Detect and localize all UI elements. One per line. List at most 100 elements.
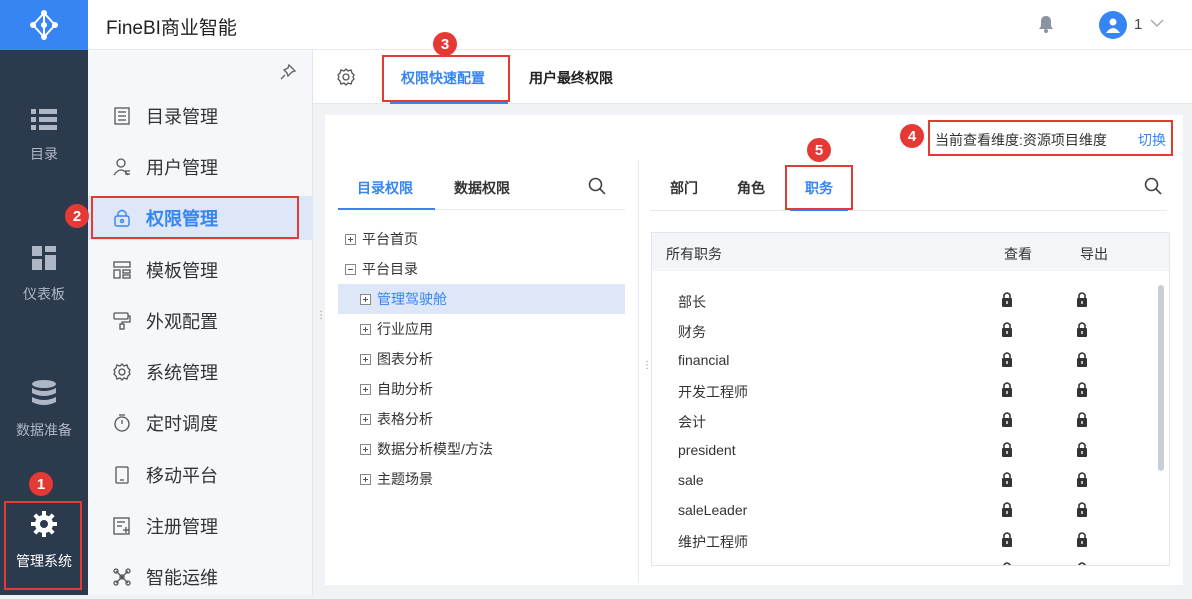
view-lock-icon[interactable] (1001, 441, 1013, 460)
expand-icon[interactable] (360, 473, 371, 485)
menu-item-register[interactable]: 注册管理 (88, 504, 313, 548)
menu-item-system[interactable]: 系统管理 (88, 350, 313, 394)
tree-node[interactable]: 主题场景 (360, 464, 625, 494)
export-lock-icon[interactable] (1076, 411, 1088, 430)
bell-icon[interactable] (1038, 15, 1054, 33)
view-lock-icon[interactable] (1001, 561, 1013, 565)
table-header: 所有职务 查看 导出 (652, 233, 1169, 271)
gear-icon (113, 363, 131, 381)
table-row: 维护工程师 (652, 525, 1152, 555)
export-lock-icon[interactable] (1076, 291, 1088, 310)
expand-icon[interactable] (360, 293, 371, 305)
rail-label-catalog: 目录 (30, 146, 58, 162)
tree-node-selected[interactable]: 管理驾驶舱 (338, 284, 625, 314)
position-name: president (678, 442, 736, 458)
settings-icon[interactable] (337, 68, 355, 86)
tree-node[interactable]: 平台首页 (345, 224, 625, 254)
expand-icon[interactable] (360, 413, 371, 425)
menu-item-catalog[interactable]: 目录管理 (88, 94, 313, 138)
position-name: 开发工程师 (678, 384, 748, 400)
tab-department[interactable]: 部门 (670, 178, 698, 198)
tree-node[interactable]: 表格分析 (360, 404, 625, 434)
avatar[interactable] (1099, 11, 1127, 39)
mobile-icon (115, 466, 129, 484)
list-icon (31, 109, 57, 130)
menu-item-appearance[interactable]: 外观配置 (88, 299, 313, 343)
export-lock-icon[interactable] (1076, 501, 1088, 520)
menu-item-users[interactable]: 用户管理 (88, 145, 313, 189)
tab-active-indicator (390, 102, 508, 104)
export-lock-icon[interactable] (1076, 471, 1088, 490)
tree-node-label: 图表分析 (377, 351, 433, 367)
annotation-badge-1: 1 (29, 472, 53, 496)
table-row: saleLeader (652, 495, 1152, 525)
column-header-export[interactable]: 导出 (1080, 244, 1108, 264)
pin-icon[interactable] (280, 64, 296, 80)
annotation-badge-4: 4 (900, 124, 924, 148)
search-icon[interactable] (1144, 177, 1162, 195)
position-name: 维护工程师 (678, 534, 748, 550)
expand-icon[interactable] (360, 323, 371, 335)
tab-catalog-permission[interactable]: 目录权限 (357, 178, 413, 198)
position-name: sale (678, 472, 704, 488)
export-lock-icon[interactable] (1076, 561, 1088, 565)
table-row: president (652, 435, 1152, 465)
view-lock-icon[interactable] (1001, 501, 1013, 520)
export-lock-icon[interactable] (1076, 321, 1088, 340)
tab-role[interactable]: 角色 (737, 178, 765, 198)
drag-handle-icon[interactable]: ⋮ (316, 311, 326, 321)
view-lock-icon[interactable] (1001, 321, 1013, 340)
view-lock-icon[interactable] (1001, 471, 1013, 490)
export-lock-icon[interactable] (1076, 441, 1088, 460)
tree-node[interactable]: 自助分析 (360, 374, 625, 404)
position-name: 会计 (678, 414, 706, 430)
tree-node[interactable]: 数据分析模型/方法 (360, 434, 625, 464)
paint-icon (113, 312, 131, 330)
menu-label-users: 用户管理 (146, 158, 218, 178)
rail-item-data-prep[interactable]: 数据准备 (0, 350, 88, 470)
expand-icon[interactable] (345, 233, 356, 245)
view-lock-icon[interactable] (1001, 381, 1013, 400)
menu-item-mobile[interactable]: 移动平台 (88, 453, 313, 497)
admin-menu: 目录管理 用户管理 权限管理 模板管理 外观配置 系统管理 定时调度 移动平台 … (88, 50, 313, 595)
chevron-down-icon[interactable] (1150, 18, 1164, 28)
tree-node[interactable]: 平台目录 (345, 254, 625, 284)
menu-label-appearance: 外观配置 (146, 312, 218, 332)
annotation-box-3 (382, 55, 510, 102)
search-icon[interactable] (588, 177, 606, 195)
column-header-view[interactable]: 查看 (1004, 244, 1032, 264)
user-name[interactable]: 1 (1134, 16, 1142, 33)
view-lock-icon[interactable] (1001, 291, 1013, 310)
scrollbar[interactable] (1158, 285, 1164, 471)
tree-node-label: 表格分析 (377, 411, 433, 427)
rail-item-catalog[interactable]: 目录 (0, 76, 88, 196)
view-lock-icon[interactable] (1001, 351, 1013, 370)
export-lock-icon[interactable] (1076, 531, 1088, 550)
tree-node-label: 主题场景 (377, 471, 433, 487)
menu-label-catalog: 目录管理 (146, 107, 218, 127)
export-lock-icon[interactable] (1076, 381, 1088, 400)
collapse-icon[interactable] (345, 263, 356, 275)
table-row: 财务 (652, 315, 1152, 345)
view-lock-icon[interactable] (1001, 411, 1013, 430)
view-lock-icon[interactable] (1001, 531, 1013, 550)
menu-item-schedule[interactable]: 定时调度 (88, 401, 313, 445)
expand-icon[interactable] (360, 383, 371, 395)
user-icon (113, 158, 130, 176)
tree-node[interactable]: 图表分析 (360, 344, 625, 374)
tab-data-permission[interactable]: 数据权限 (454, 178, 510, 198)
menu-item-templates[interactable]: 模板管理 (88, 248, 313, 292)
expand-icon[interactable] (360, 443, 371, 455)
export-lock-icon[interactable] (1076, 351, 1088, 370)
annotation-box-2 (91, 196, 299, 239)
app-logo[interactable] (0, 0, 88, 50)
table-row: 开发工程师 (652, 375, 1152, 405)
rail-item-dashboard[interactable]: 仪表板 (0, 215, 88, 335)
template-icon (113, 261, 131, 279)
tree-node[interactable]: 行业应用 (360, 314, 625, 344)
position-name: saleLeader (678, 502, 748, 518)
annotation-badge-5: 5 (807, 138, 831, 162)
tab-user-final-permission[interactable]: 用户最终权限 (529, 68, 613, 88)
menu-item-ops[interactable]: 智能运维 (88, 555, 313, 599)
expand-icon[interactable] (360, 353, 371, 365)
